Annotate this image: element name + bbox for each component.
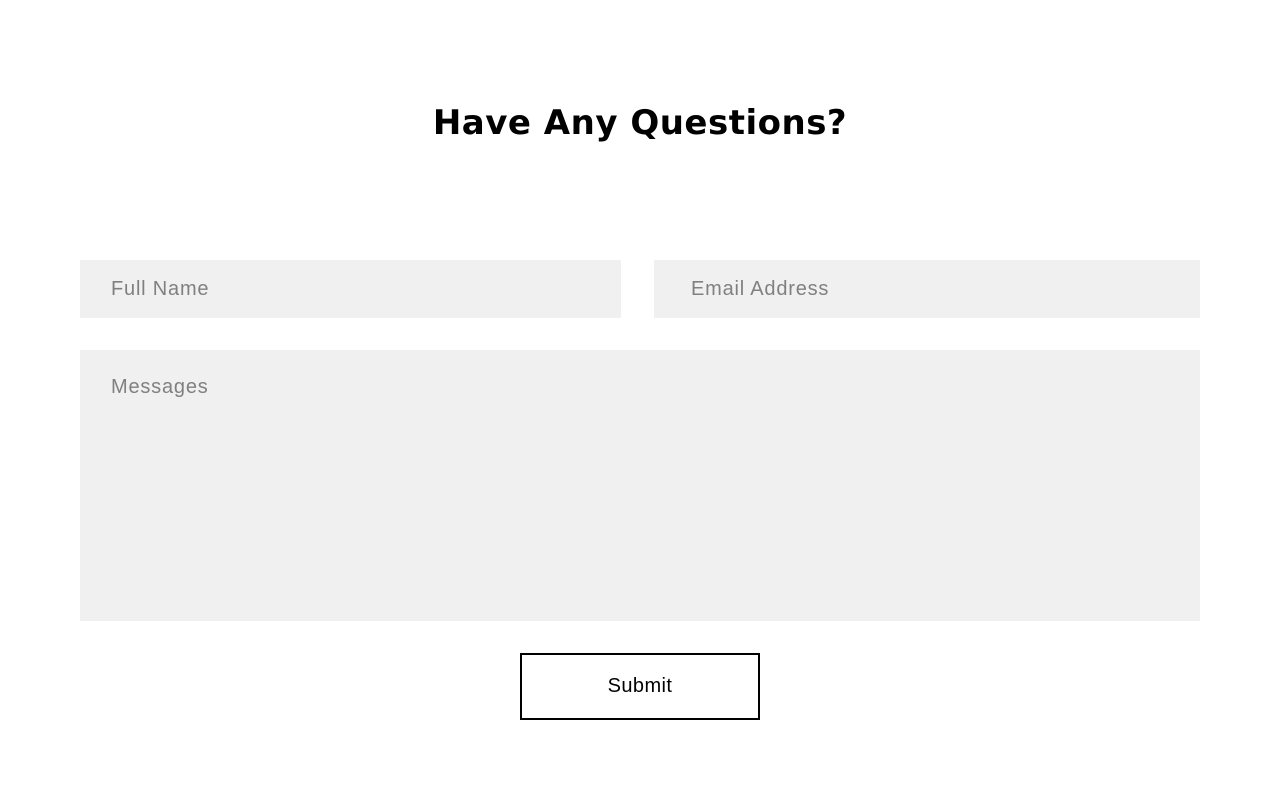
page-title: Have Any Questions? [432,103,848,143]
contact-page: Have Any Questions? Submit [0,0,1280,800]
email-address-input[interactable] [654,260,1200,318]
submit-button[interactable]: Submit [520,653,760,720]
messages-textarea[interactable] [80,350,1200,621]
full-name-input[interactable] [80,260,621,318]
